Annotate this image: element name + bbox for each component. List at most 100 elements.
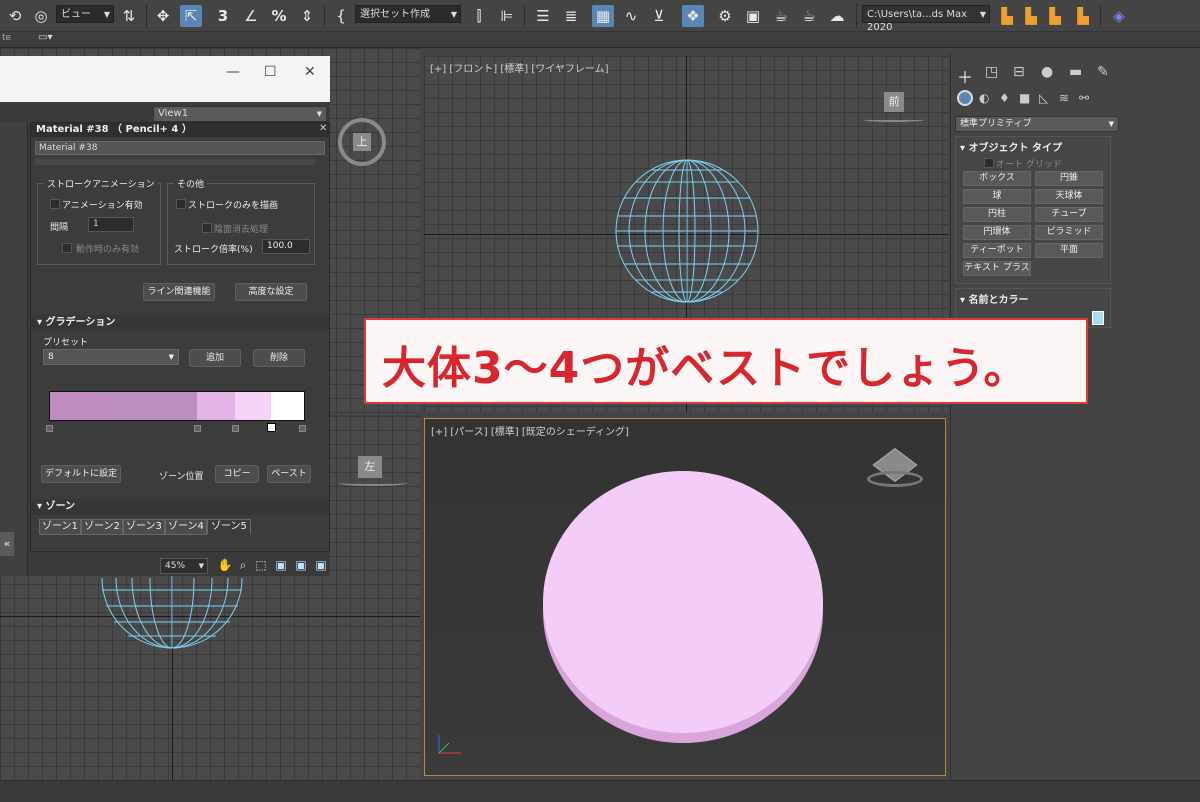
sphere-button[interactable]: 球: [963, 189, 1031, 204]
mirror-icon[interactable]: ⫿: [468, 5, 490, 27]
viewport-front-label[interactable]: [+] [フロント] [標準] [ワイヤフレーム]: [430, 60, 609, 75]
percent-snap-icon[interactable]: %: [268, 5, 290, 27]
tab-zone2[interactable]: ゾーン2: [81, 519, 123, 535]
box-button[interactable]: ボックス: [963, 171, 1031, 186]
object-type-header[interactable]: ▾ オブジェクト タイプ: [960, 139, 1194, 155]
geosphere-button[interactable]: 天球体: [1035, 189, 1103, 204]
primitive-dropdown[interactable]: 標準プリミティブ ▼: [955, 116, 1119, 132]
zone-section-header[interactable]: ▾ ゾーン: [31, 499, 329, 515]
add-preset-button[interactable]: 追加: [189, 349, 241, 367]
tube-button[interactable]: チューブ: [1035, 207, 1103, 222]
helpers-icon[interactable]: ◺: [1039, 91, 1048, 105]
render-setup-icon[interactable]: ⚙: [714, 5, 736, 27]
layers-icon[interactable]: ≣: [560, 5, 582, 27]
hidden-removal-checkbox[interactable]: 陰面消去処理: [202, 222, 268, 235]
motion-tab-icon[interactable]: ●: [1041, 64, 1053, 80]
utilities-tab-icon[interactable]: ✎: [1097, 64, 1109, 80]
project-settings-icon[interactable]: ▙: [1072, 5, 1094, 27]
preset-dropdown[interactable]: 8 ▼: [43, 349, 179, 365]
select-object-icon[interactable]: ⇱: [180, 5, 202, 27]
angle-snap-icon[interactable]: ∠: [240, 5, 262, 27]
ribbon-toggle-icon[interactable]: ▦: [592, 5, 614, 27]
gradation-section-header[interactable]: ▾ グラデーション: [31, 315, 329, 331]
collapse-chevron-icon[interactable]: «: [0, 532, 14, 556]
project-open-icon[interactable]: ▙: [1020, 5, 1042, 27]
selection-set-dropdown[interactable]: 選択セット作成 ▼: [355, 5, 461, 23]
zone-marker-1[interactable]: [46, 425, 53, 432]
subbar-menu-icon[interactable]: ▭▾: [38, 32, 52, 43]
hierarchy-tab-icon[interactable]: ⊟: [1013, 64, 1025, 80]
project-save-icon[interactable]: ▙: [1044, 5, 1066, 27]
geometry-icon[interactable]: [957, 90, 973, 106]
pan-icon[interactable]: ✋: [216, 558, 234, 574]
zoom-region-icon[interactable]: ⬚: [252, 558, 270, 574]
line-related-button[interactable]: ライン関連機能: [143, 283, 215, 301]
tab-zone3[interactable]: ゾーン3: [123, 519, 165, 535]
view-dropdown[interactable]: ビュー ▼: [56, 5, 114, 23]
tab-zone1[interactable]: ゾーン1: [39, 519, 81, 535]
animation-enable-checkbox[interactable]: アニメーション有効: [50, 198, 143, 211]
viewport-persp-label[interactable]: [+] [パース] [標準] [既定のシェーディング]: [431, 423, 629, 438]
plane-button[interactable]: 平面: [1035, 243, 1103, 258]
set-default-button[interactable]: デフォルトに設定: [41, 465, 121, 483]
torus-button[interactable]: 円環体: [963, 225, 1031, 240]
material-name-field[interactable]: Material #38: [35, 141, 325, 155]
viewcube-perspective[interactable]: [865, 447, 925, 489]
viewport-perspective[interactable]: [+] [パース] [標準] [既定のシェーディング]: [424, 418, 946, 776]
viewcube-left-face[interactable]: 左: [358, 456, 382, 478]
auto-grid-checkbox[interactable]: オート グリッド: [984, 157, 1062, 170]
tab-zone4[interactable]: ゾーン4: [165, 519, 207, 535]
render-active-icon[interactable]: ☕: [798, 5, 820, 27]
delete-preset-button[interactable]: 削除: [253, 349, 305, 367]
interval-spinner[interactable]: 1: [88, 217, 134, 232]
minimize-icon[interactable]: —: [226, 64, 240, 80]
zone-marker-4[interactable]: [267, 423, 276, 432]
modify-tab-icon[interactable]: ◳: [985, 64, 998, 80]
edit-named-sets-icon[interactable]: {: [330, 5, 352, 27]
viewcube-front-face[interactable]: 前: [884, 92, 904, 112]
spinner-snap-icon[interactable]: ⇕: [296, 5, 318, 27]
layer-explorer-icon[interactable]: ☰: [532, 5, 554, 27]
grid-toggle-icon[interactable]: ◈: [1108, 5, 1130, 27]
render-cloud-icon[interactable]: ☁: [826, 5, 848, 27]
cylinder-button[interactable]: 円柱: [963, 207, 1031, 222]
stroke-only-checkbox[interactable]: ストロークのみを描画: [176, 198, 278, 211]
viewcube-top-face[interactable]: 上: [353, 133, 371, 151]
snap-3d-icon[interactable]: 3: [212, 5, 234, 27]
render-teapot-icon[interactable]: ☕: [770, 5, 792, 27]
stroke-scale-spinner[interactable]: 100.0: [262, 239, 310, 254]
rendered-frame-icon[interactable]: ▣: [742, 5, 764, 27]
zoom-extents-all-icon[interactable]: ▣: [292, 558, 310, 574]
name-color-header[interactable]: ▾ 名前とカラー: [960, 291, 1194, 307]
systems-icon[interactable]: ⚯: [1079, 91, 1089, 105]
panel-close-icon[interactable]: ✕: [319, 123, 327, 134]
view-select-dropdown[interactable]: View1 ▼: [153, 106, 327, 122]
select-link-icon[interactable]: ◎: [30, 5, 52, 27]
pyramid-button[interactable]: ピラミッド: [1035, 225, 1103, 240]
zone-marker-5[interactable]: [299, 425, 306, 432]
move-icon[interactable]: ✥: [152, 5, 174, 27]
gradation-bar[interactable]: [49, 391, 305, 421]
undo-icon[interactable]: ⟲: [4, 5, 26, 27]
lights-icon[interactable]: ♦: [999, 91, 1010, 105]
textplus-button[interactable]: テキスト プラス: [963, 261, 1031, 276]
zoom-extents-icon[interactable]: ▣: [272, 558, 290, 574]
align-icon[interactable]: ⊫: [496, 5, 518, 27]
tab-zone5[interactable]: ゾーン5: [207, 519, 251, 535]
spacewarps-icon[interactable]: ≋: [1059, 91, 1069, 105]
project-path-dropdown[interactable]: C:\Users\ta...ds Max 2020 ▼: [862, 5, 990, 33]
display-tab-icon[interactable]: ▬: [1069, 64, 1082, 80]
zone-marker-3[interactable]: [232, 425, 239, 432]
zoom-icon[interactable]: ⌕: [234, 558, 252, 574]
cone-button[interactable]: 円錐: [1035, 171, 1103, 186]
close-icon[interactable]: ✕: [304, 64, 316, 80]
maximize-icon[interactable]: ☐: [264, 64, 277, 80]
material-editor-icon[interactable]: ❖: [682, 5, 704, 27]
zoom-dropdown[interactable]: 45% ▼: [160, 558, 208, 574]
maximize-viewport-icon[interactable]: ▣: [312, 558, 330, 574]
object-color-swatch[interactable]: [1092, 311, 1104, 325]
copy-button[interactable]: コピー: [215, 465, 259, 483]
cameras-icon[interactable]: ■: [1019, 91, 1030, 105]
schematic-view-icon[interactable]: ⊻: [648, 5, 670, 27]
advanced-settings-button[interactable]: 高度な設定: [235, 283, 307, 301]
